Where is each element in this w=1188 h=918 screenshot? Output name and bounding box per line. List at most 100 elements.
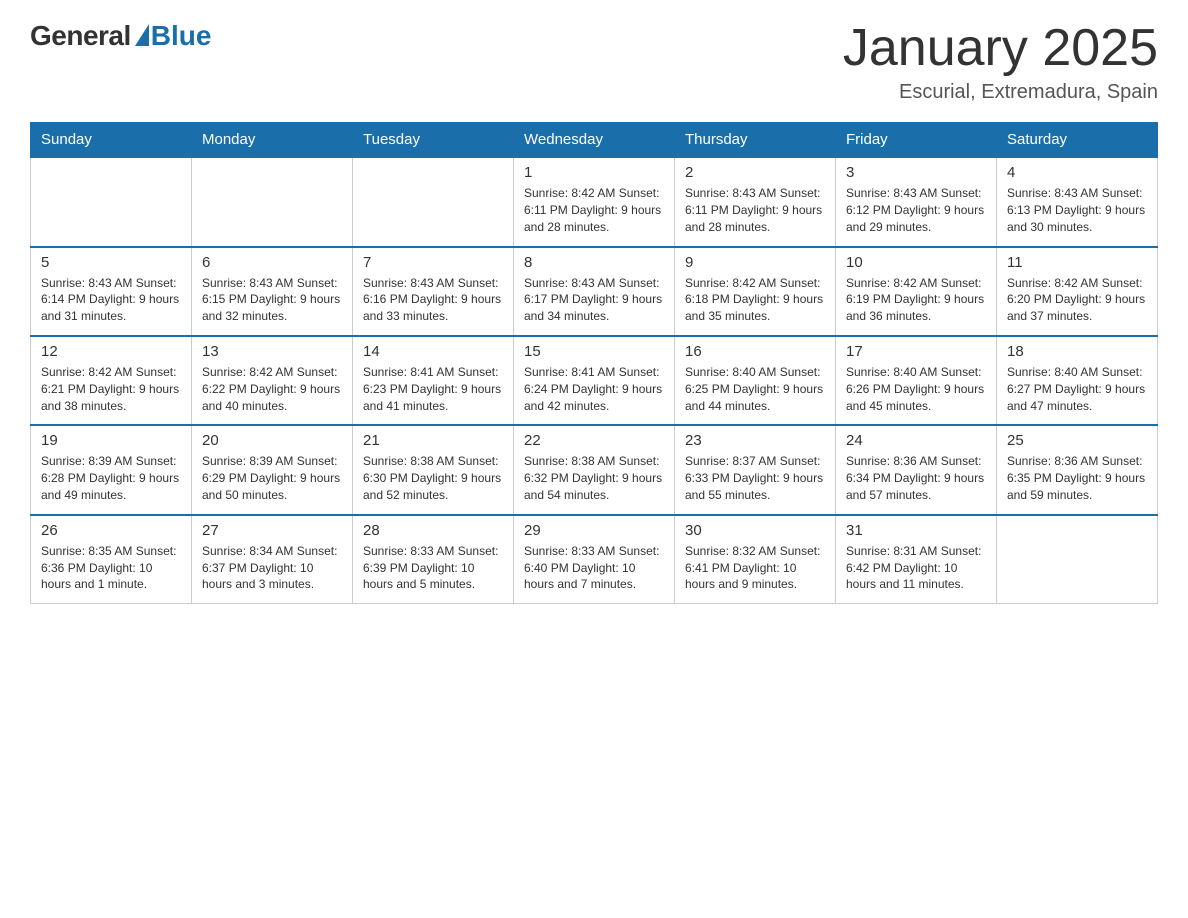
day-number: 16 [685,343,825,360]
logo-blue-text: Blue [151,20,212,52]
calendar-cell: 1 Sunrise: 8:42 AM Sunset: 6:11 PM Daylig… [514,157,675,246]
week-row-4: 19 Sunrise: 8:39 AM Sunset: 6:28 PM Dayli… [31,425,1158,514]
week-row-1: 1 Sunrise: 8:42 AM Sunset: 6:11 PM Daylig… [31,157,1158,246]
day-info: Sunrise: 8:32 AM Sunset: 6:41 PM Dayligh… [685,543,825,593]
week-row-2: 5 Sunrise: 8:43 AM Sunset: 6:14 PM Daylig… [31,247,1158,336]
calendar-cell: 26 Sunrise: 8:35 AM Sunset: 6:36 PM Dayli… [31,515,192,604]
day-info: Sunrise: 8:43 AM Sunset: 6:12 PM Dayligh… [846,185,986,235]
day-number: 4 [1007,164,1147,181]
day-number: 31 [846,522,986,539]
day-number: 14 [363,343,503,360]
calendar-cell: 7 Sunrise: 8:43 AM Sunset: 6:16 PM Daylig… [353,247,514,336]
calendar-cell: 20 Sunrise: 8:39 AM Sunset: 6:29 PM Dayli… [192,425,353,514]
day-info: Sunrise: 8:37 AM Sunset: 6:33 PM Dayligh… [685,453,825,503]
day-info: Sunrise: 8:38 AM Sunset: 6:30 PM Dayligh… [363,453,503,503]
day-info: Sunrise: 8:41 AM Sunset: 6:24 PM Dayligh… [524,364,664,414]
day-info: Sunrise: 8:43 AM Sunset: 6:17 PM Dayligh… [524,275,664,325]
day-of-week-monday: Monday [192,123,353,158]
calendar-cell: 17 Sunrise: 8:40 AM Sunset: 6:26 PM Dayli… [836,336,997,425]
day-number: 24 [846,432,986,449]
day-number: 22 [524,432,664,449]
day-number: 20 [202,432,342,449]
day-number: 12 [41,343,181,360]
calendar-cell [192,157,353,246]
day-of-week-saturday: Saturday [997,123,1158,158]
day-number: 9 [685,254,825,271]
header: General Blue January 2025 Escurial, Extr… [30,20,1158,104]
day-of-week-tuesday: Tuesday [353,123,514,158]
title-area: January 2025 Escurial, Extremadura, Spai… [843,20,1158,104]
day-info: Sunrise: 8:43 AM Sunset: 6:13 PM Dayligh… [1007,185,1147,235]
day-number: 7 [363,254,503,271]
day-info: Sunrise: 8:38 AM Sunset: 6:32 PM Dayligh… [524,453,664,503]
days-of-week-row: SundayMondayTuesdayWednesdayThursdayFrid… [31,123,1158,158]
day-info: Sunrise: 8:43 AM Sunset: 6:14 PM Dayligh… [41,275,181,325]
day-info: Sunrise: 8:39 AM Sunset: 6:29 PM Dayligh… [202,453,342,503]
day-number: 23 [685,432,825,449]
day-info: Sunrise: 8:39 AM Sunset: 6:28 PM Dayligh… [41,453,181,503]
calendar-cell: 8 Sunrise: 8:43 AM Sunset: 6:17 PM Daylig… [514,247,675,336]
day-number: 13 [202,343,342,360]
day-number: 11 [1007,254,1147,271]
day-number: 27 [202,522,342,539]
calendar-cell: 14 Sunrise: 8:41 AM Sunset: 6:23 PM Dayli… [353,336,514,425]
calendar-cell: 3 Sunrise: 8:43 AM Sunset: 6:12 PM Daylig… [836,157,997,246]
day-info: Sunrise: 8:43 AM Sunset: 6:16 PM Dayligh… [363,275,503,325]
day-number: 5 [41,254,181,271]
day-info: Sunrise: 8:43 AM Sunset: 6:15 PM Dayligh… [202,275,342,325]
day-info: Sunrise: 8:42 AM Sunset: 6:11 PM Dayligh… [524,185,664,235]
day-number: 8 [524,254,664,271]
calendar-cell: 13 Sunrise: 8:42 AM Sunset: 6:22 PM Dayli… [192,336,353,425]
calendar-cell: 25Sunrise: 8:36 AM Sunset: 6:35 PM Dayli… [997,425,1158,514]
calendar-cell: 22 Sunrise: 8:38 AM Sunset: 6:32 PM Dayli… [514,425,675,514]
week-row-3: 12 Sunrise: 8:42 AM Sunset: 6:21 PM Dayli… [31,336,1158,425]
calendar-cell [31,157,192,246]
calendar-header: SundayMondayTuesdayWednesdayThursdayFrid… [31,123,1158,158]
day-number: 3 [846,164,986,181]
day-info: Sunrise: 8:33 AM Sunset: 6:40 PM Dayligh… [524,543,664,593]
day-info: Sunrise: 8:43 AM Sunset: 6:11 PM Dayligh… [685,185,825,235]
logo-general-text: General [30,20,131,52]
day-info: Sunrise: 8:42 AM Sunset: 6:21 PM Dayligh… [41,364,181,414]
day-number: 29 [524,522,664,539]
day-info: Sunrise: 8:40 AM Sunset: 6:26 PM Dayligh… [846,364,986,414]
calendar-cell [997,515,1158,604]
calendar-cell: 31 Sunrise: 8:31 AM Sunset: 6:42 PM Dayli… [836,515,997,604]
calendar-cell: 12 Sunrise: 8:42 AM Sunset: 6:21 PM Dayli… [31,336,192,425]
day-number: 28 [363,522,503,539]
day-number: 19 [41,432,181,449]
day-number: 15 [524,343,664,360]
day-info: Sunrise: 8:42 AM Sunset: 6:22 PM Dayligh… [202,364,342,414]
logo: General Blue [30,20,211,52]
day-info: Sunrise: 8:40 AM Sunset: 6:25 PM Dayligh… [685,364,825,414]
day-number: 2 [685,164,825,181]
calendar-cell: 16 Sunrise: 8:40 AM Sunset: 6:25 PM Dayli… [675,336,836,425]
day-number: 6 [202,254,342,271]
week-row-5: 26 Sunrise: 8:35 AM Sunset: 6:36 PM Dayli… [31,515,1158,604]
calendar-cell [353,157,514,246]
calendar-cell: 9 Sunrise: 8:42 AM Sunset: 6:18 PM Daylig… [675,247,836,336]
day-number: 1 [524,164,664,181]
calendar-cell: 15 Sunrise: 8:41 AM Sunset: 6:24 PM Dayli… [514,336,675,425]
day-info: Sunrise: 8:35 AM Sunset: 6:36 PM Dayligh… [41,543,181,593]
day-info: Sunrise: 8:42 AM Sunset: 6:18 PM Dayligh… [685,275,825,325]
day-number: 21 [363,432,503,449]
day-number: 30 [685,522,825,539]
day-info: Sunrise: 8:34 AM Sunset: 6:37 PM Dayligh… [202,543,342,593]
day-info: Sunrise: 8:36 AM Sunset: 6:34 PM Dayligh… [846,453,986,503]
day-info: Sunrise: 8:42 AM Sunset: 6:20 PM Dayligh… [1007,275,1147,325]
logo-triangle-icon [135,24,149,46]
day-of-week-friday: Friday [836,123,997,158]
calendar-title: January 2025 [843,20,1158,77]
day-of-week-thursday: Thursday [675,123,836,158]
calendar-cell: 4 Sunrise: 8:43 AM Sunset: 6:13 PM Daylig… [997,157,1158,246]
day-number: 25 [1007,432,1147,449]
day-number: 26 [41,522,181,539]
calendar-cell: 2 Sunrise: 8:43 AM Sunset: 6:11 PM Daylig… [675,157,836,246]
calendar-cell: 6 Sunrise: 8:43 AM Sunset: 6:15 PM Daylig… [192,247,353,336]
day-info: Sunrise: 8:31 AM Sunset: 6:42 PM Dayligh… [846,543,986,593]
day-info: Sunrise: 8:41 AM Sunset: 6:23 PM Dayligh… [363,364,503,414]
calendar-cell: 18Sunrise: 8:40 AM Sunset: 6:27 PM Dayli… [997,336,1158,425]
day-number: 17 [846,343,986,360]
calendar-cell: 10Sunrise: 8:42 AM Sunset: 6:19 PM Dayli… [836,247,997,336]
